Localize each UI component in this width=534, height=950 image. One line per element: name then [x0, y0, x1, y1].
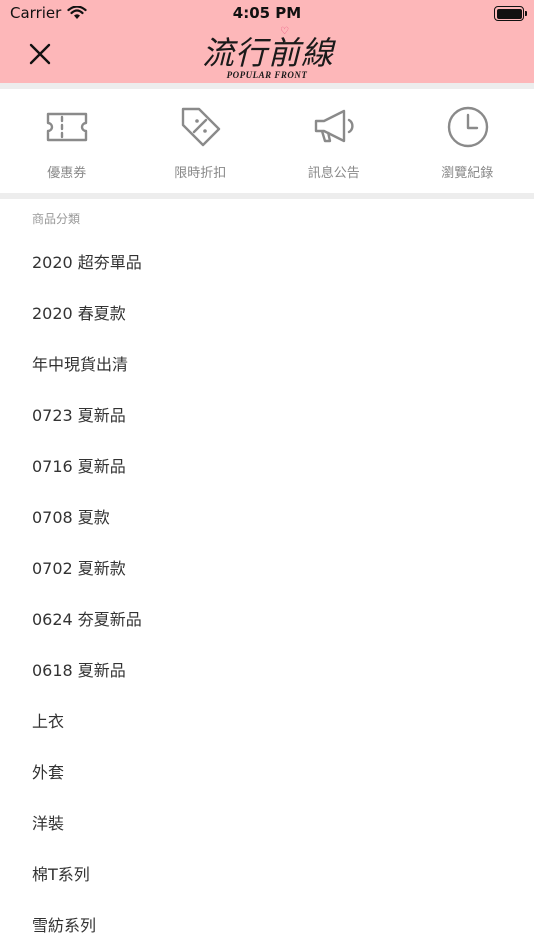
clock-icon [447, 106, 488, 148]
quick-item-history[interactable]: 瀏覽紀錄 [401, 89, 534, 193]
quick-label-history: 瀏覽紀錄 [441, 166, 494, 181]
category-item[interactable]: 雪紡系列 [0, 900, 534, 950]
category-section-title: 商品分類 [32, 212, 81, 226]
category-item[interactable]: 洋裝 [0, 798, 534, 849]
status-time: 4:05 PM [232, 4, 302, 22]
category-item[interactable]: 年中現貨出清 [0, 339, 534, 390]
category-item[interactable]: 2020 超夯單品 [0, 237, 534, 288]
battery-icon [494, 6, 527, 21]
app-header: Carrier 4:05 PM ♡ 流行前線 POPULAR FRONT [0, 0, 534, 83]
brand-logo: ♡ 流行前線 POPULAR FRONT [196, 26, 338, 84]
status-bar: Carrier 4:05 PM [0, 0, 534, 28]
quick-item-coupons[interactable]: 優惠券 [0, 89, 134, 193]
megaphone-icon [314, 109, 354, 143]
close-button[interactable] [24, 38, 56, 70]
category-item[interactable]: 0618 夏新品 [0, 645, 534, 696]
category-item[interactable]: 0624 夯夏新品 [0, 594, 534, 645]
quick-menu: 優惠券 限時折扣 訊息公告 瀏覽紀錄 [0, 89, 534, 193]
category-item[interactable]: 0702 夏新款 [0, 543, 534, 594]
divider [0, 193, 534, 199]
quick-label-announcements: 訊息公告 [307, 166, 360, 181]
quick-label-coupons: 優惠券 [47, 166, 87, 181]
ticket-icon [46, 112, 88, 142]
logo-subtext: POPULAR FRONT [226, 70, 308, 80]
close-icon [29, 43, 51, 65]
category-item[interactable]: 棉T系列 [0, 849, 534, 900]
category-item[interactable]: 外套 [0, 747, 534, 798]
discount-tag-icon [181, 107, 220, 147]
logo-text: 流行前線 [202, 34, 335, 72]
category-item[interactable]: 0708 夏款 [0, 492, 534, 543]
quick-item-announcements[interactable]: 訊息公告 [267, 89, 401, 193]
category-item[interactable]: 上衣 [0, 696, 534, 747]
category-item[interactable]: 0716 夏新品 [0, 441, 534, 492]
category-item[interactable]: 2020 春夏款 [0, 288, 534, 339]
category-item[interactable]: 0723 夏新品 [0, 390, 534, 441]
category-list: 2020 超夯單品 2020 春夏款 年中現貨出清 0723 夏新品 0716 … [0, 237, 534, 950]
quick-item-flash-discount[interactable]: 限時折扣 [134, 89, 268, 193]
quick-label-flash-discount: 限時折扣 [174, 166, 227, 181]
